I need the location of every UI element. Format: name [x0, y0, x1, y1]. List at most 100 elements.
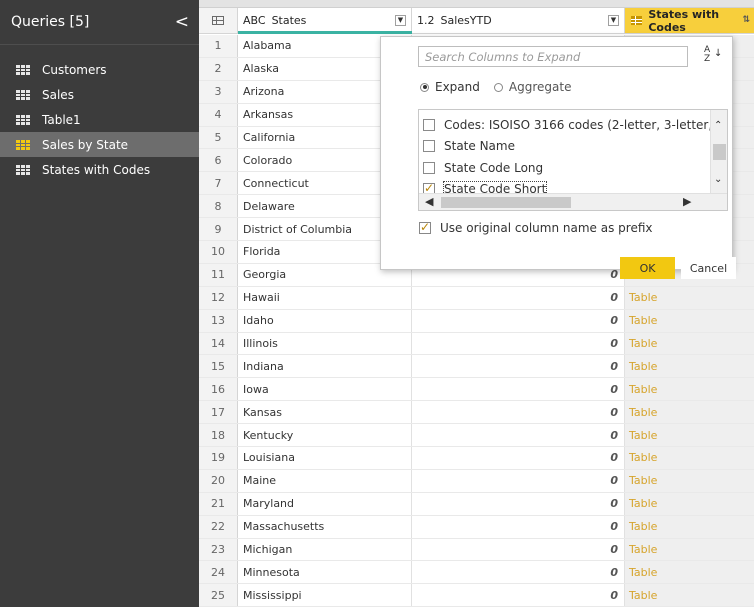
- cell-table-link[interactable]: Table: [625, 378, 754, 401]
- scroll-left-icon[interactable]: ◀: [425, 195, 433, 208]
- cell-table-link[interactable]: Table: [625, 561, 754, 584]
- text-type-icon[interactable]: ABC: [243, 14, 266, 27]
- checkbox-unchecked[interactable]: [423, 162, 435, 174]
- cell-salesytd[interactable]: 0: [412, 401, 625, 424]
- table-row: 12 Hawaii 0 Table: [199, 286, 754, 310]
- cell-salesytd[interactable]: 0: [412, 286, 625, 309]
- table-row: 24 Minnesota 0 Table: [199, 561, 754, 585]
- chevron-down-icon[interactable]: ⌄: [714, 174, 722, 185]
- queries-header: Queries [5] <: [0, 0, 199, 45]
- table-row: 15 Indiana 0 Table: [199, 355, 754, 379]
- prefix-option[interactable]: Use original column name as prefix: [419, 220, 652, 235]
- cell-table-link[interactable]: Table: [625, 492, 754, 515]
- cell-state[interactable]: Hawaii: [238, 286, 412, 309]
- checkbox-unchecked[interactable]: [423, 140, 435, 152]
- query-item-sales-by-state[interactable]: Sales by State: [0, 132, 199, 157]
- cell-state[interactable]: Iowa: [238, 378, 412, 401]
- filter-dropdown-icon[interactable]: ▼: [608, 15, 619, 26]
- cell-salesytd[interactable]: 0: [412, 378, 625, 401]
- cell-salesytd[interactable]: 0: [412, 492, 625, 515]
- vertical-scrollbar[interactable]: ⌃ ⌄: [710, 110, 727, 194]
- cell-salesytd[interactable]: 0: [412, 584, 625, 607]
- table-row: 23 Michigan 0 Table: [199, 538, 754, 562]
- checkbox-unchecked[interactable]: [423, 119, 435, 131]
- cell-table-link[interactable]: Table: [625, 447, 754, 469]
- table-row: 17 Kansas 0 Table: [199, 401, 754, 425]
- prefix-checkbox[interactable]: [419, 220, 431, 234]
- cell-state[interactable]: Maine: [238, 469, 412, 492]
- cell-state[interactable]: Indiana: [238, 355, 412, 378]
- cell-state[interactable]: Illinois: [238, 332, 412, 355]
- cell-table-link[interactable]: Table: [625, 538, 754, 561]
- sort-ascending-icon[interactable]: A Z ↓: [704, 46, 724, 67]
- column-header-salesytd[interactable]: 1.2 SalesYTD ▼: [412, 8, 625, 34]
- horizontal-scrollbar[interactable]: ◀ ▶: [419, 193, 727, 210]
- search-columns-input[interactable]: [425, 49, 687, 64]
- decimal-type-icon[interactable]: 1.2: [417, 14, 435, 27]
- radio-selected-icon: [420, 82, 429, 92]
- row-number: 22: [199, 515, 238, 538]
- column-header-states[interactable]: ABC States ▼: [238, 8, 412, 34]
- table-row: 25 Mississippi 0 Table: [199, 584, 754, 607]
- cell-table-link[interactable]: Table: [625, 355, 754, 378]
- cell-state[interactable]: Mississippi: [238, 584, 412, 607]
- cancel-button[interactable]: Cancel: [681, 257, 736, 279]
- cell-state[interactable]: Kentucky: [238, 424, 412, 447]
- cell-table-link[interactable]: Table: [625, 286, 754, 309]
- table-row: 18 Kentucky 0 Table: [199, 424, 754, 448]
- table-menu-button[interactable]: [199, 8, 238, 34]
- cell-table-link[interactable]: Table: [625, 469, 754, 492]
- cell-salesytd[interactable]: 0: [412, 447, 625, 469]
- expand-radio[interactable]: Expand: [420, 80, 480, 94]
- cell-state[interactable]: Louisiana: [238, 447, 412, 469]
- scrollbar-thumb[interactable]: [441, 197, 571, 208]
- column-header-label: SalesYTD: [440, 14, 492, 27]
- scroll-right-icon[interactable]: ▶: [683, 195, 691, 208]
- collapse-pane-icon[interactable]: <: [175, 13, 189, 31]
- cell-table-link[interactable]: Table: [625, 309, 754, 332]
- aggregate-radio-label: Aggregate: [508, 80, 572, 94]
- cell-salesytd[interactable]: 0: [412, 424, 625, 447]
- cell-salesytd[interactable]: 0: [412, 538, 625, 561]
- table-row: 13 Idaho 0 Table: [199, 309, 754, 333]
- row-number: 10: [199, 241, 238, 263]
- cell-table-link[interactable]: Table: [625, 424, 754, 447]
- expand-column-icon[interactable]: ⇅: [742, 15, 750, 25]
- cell-state[interactable]: Maryland: [238, 492, 412, 515]
- aggregate-radio[interactable]: Aggregate: [493, 80, 572, 94]
- query-item-customers[interactable]: Customers: [0, 57, 199, 82]
- cell-state[interactable]: Michigan: [238, 538, 412, 561]
- cell-table-link[interactable]: Table: [625, 332, 754, 355]
- column-option-state-code-long[interactable]: State Code Long: [423, 158, 543, 178]
- cell-salesytd[interactable]: 0: [412, 309, 625, 332]
- cell-state[interactable]: Kansas: [238, 401, 412, 424]
- cell-salesytd[interactable]: 0: [412, 561, 625, 584]
- column-option-state-name[interactable]: State Name: [423, 136, 515, 156]
- row-number: 20: [199, 469, 238, 492]
- chevron-up-icon[interactable]: ⌃: [714, 120, 722, 131]
- cell-state[interactable]: Minnesota: [238, 561, 412, 584]
- cell-table-link[interactable]: Table: [625, 401, 754, 424]
- cell-salesytd[interactable]: 0: [412, 515, 625, 538]
- cell-table-link[interactable]: Table: [625, 584, 754, 607]
- cell-state[interactable]: Idaho: [238, 309, 412, 332]
- cell-salesytd[interactable]: 0: [412, 469, 625, 492]
- column-header-label: States: [271, 14, 307, 27]
- query-item-sales[interactable]: Sales: [0, 82, 199, 107]
- cell-salesytd[interactable]: 0: [412, 332, 625, 355]
- query-item-states-with-codes[interactable]: States with Codes: [0, 157, 199, 182]
- row-number: 3: [199, 80, 238, 103]
- search-columns-box[interactable]: [418, 46, 688, 67]
- column-option-codes[interactable]: Codes: ISOISO 3166 codes (2-letter, 3-le…: [423, 115, 723, 135]
- column-option-label: Codes: ISOISO 3166 codes (2-letter, 3-le…: [444, 118, 724, 132]
- row-number: 21: [199, 492, 238, 515]
- cell-table-link[interactable]: Table: [625, 515, 754, 538]
- column-header-states-with-codes[interactable]: States with Codes ⇅: [625, 8, 754, 34]
- query-item-table1[interactable]: Table1: [0, 107, 199, 132]
- scrollbar-thumb[interactable]: [713, 144, 726, 160]
- cell-state[interactable]: Massachusetts: [238, 515, 412, 538]
- filter-dropdown-icon[interactable]: ▼: [395, 15, 406, 26]
- query-item-label: Sales by State: [42, 137, 129, 152]
- ok-button[interactable]: OK: [620, 257, 675, 279]
- cell-salesytd[interactable]: 0: [412, 355, 625, 378]
